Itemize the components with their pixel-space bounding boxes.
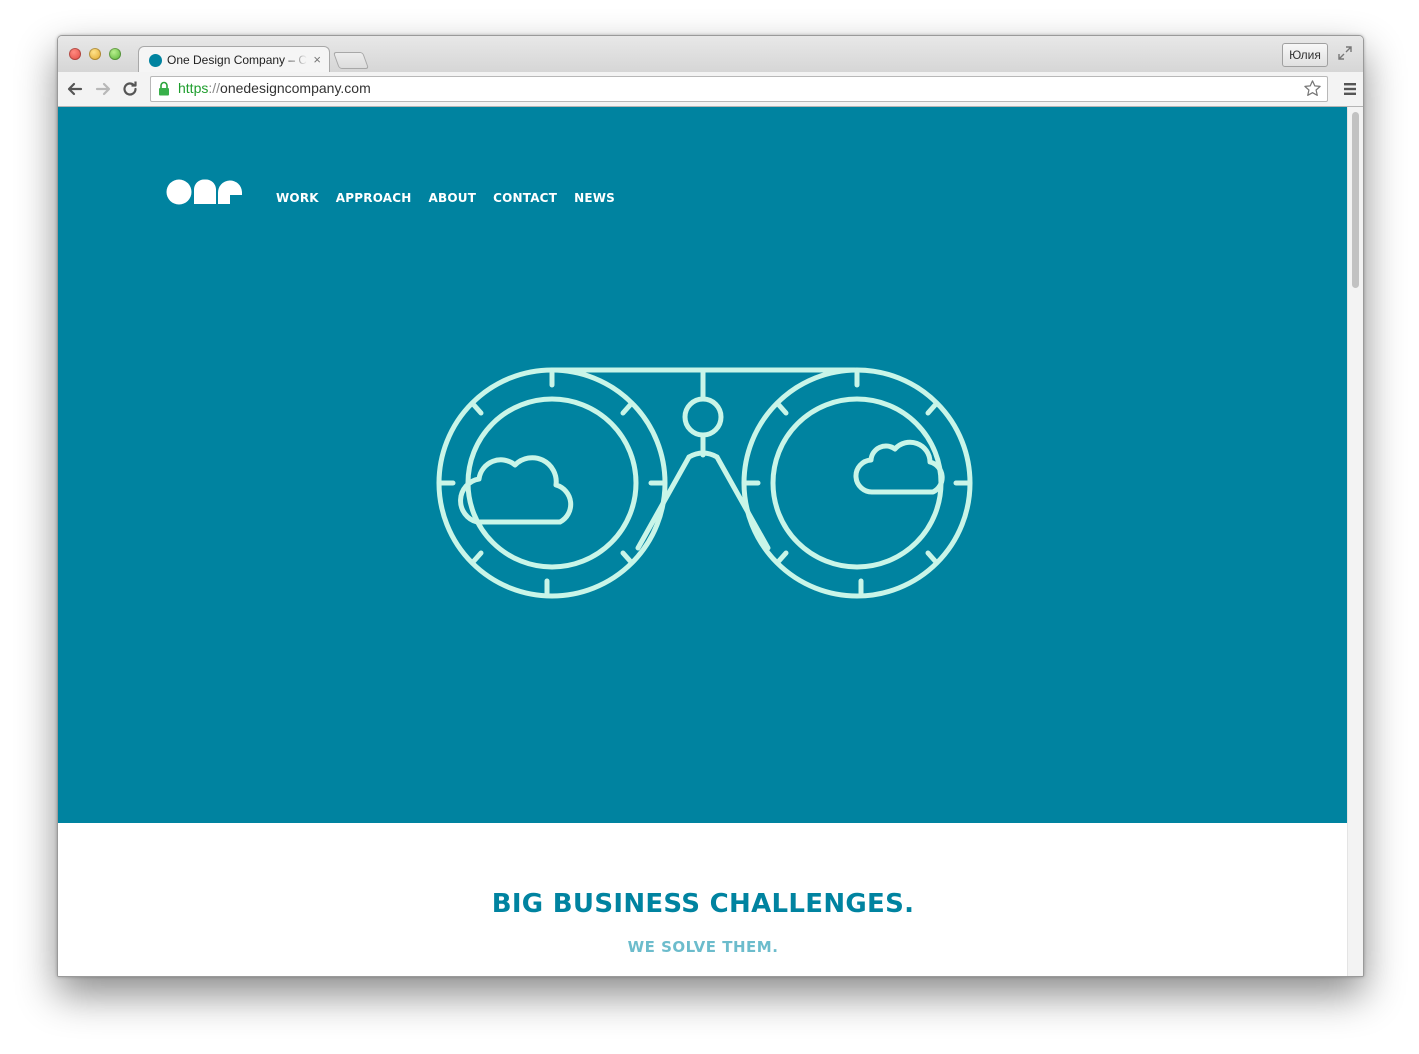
hero-section: one WORK APPROACH ABOUT CONTACT NEWS (58, 107, 1348, 823)
tab-title: One Design Company – Chicago (167, 53, 307, 67)
nav-news[interactable]: NEWS (574, 191, 615, 205)
menu-icon[interactable] (1343, 82, 1357, 96)
browser-toolbar: https://onedesigncompany.com (58, 72, 1363, 107)
main-nav: WORK APPROACH ABOUT CONTACT NEWS (276, 191, 615, 205)
headline: BIG BUSINESS CHALLENGES. (491, 889, 915, 919)
nav-work[interactable]: WORK (276, 191, 319, 205)
back-arrow-icon[interactable] (66, 80, 84, 98)
page-viewport: one WORK APPROACH ABOUT CONTACT NEWS (58, 107, 1348, 976)
bookmark-star-icon[interactable] (1303, 79, 1322, 98)
nav-approach[interactable]: APPROACH (336, 191, 412, 205)
favicon-icon (149, 54, 162, 67)
nav-contact[interactable]: CONTACT (493, 191, 557, 205)
profile-button[interactable]: Юлия (1282, 43, 1328, 67)
minimize-window-button[interactable] (89, 48, 101, 60)
one-logo[interactable]: one (166, 179, 244, 205)
reload-icon[interactable] (121, 80, 139, 98)
browser-tab[interactable]: One Design Company – Chicago × (138, 46, 330, 74)
url-scheme: https (178, 80, 209, 96)
url-host: onedesigncompany.com (220, 80, 371, 96)
scrollbar-thumb[interactable] (1352, 112, 1359, 288)
address-bar[interactable]: https://onedesigncompany.com (150, 76, 1328, 102)
nav-about[interactable]: ABOUT (429, 191, 477, 205)
browser-window: One Design Company – Chicago × Юлия http… (57, 35, 1364, 977)
tab-close-icon[interactable]: × (313, 52, 321, 67)
close-window-button[interactable] (69, 48, 81, 60)
tab-strip: One Design Company – Chicago × Юлия (58, 36, 1363, 74)
maximize-window-button[interactable] (109, 48, 121, 60)
subheadline: WE SOLVE THEM. (627, 938, 779, 956)
url-text: https://onedesigncompany.com (178, 80, 371, 96)
new-tab-button[interactable] (332, 52, 370, 69)
fullscreen-icon[interactable] (1337, 45, 1353, 61)
vertical-scrollbar[interactable] (1347, 107, 1363, 976)
binoculars-illustration (436, 367, 973, 599)
url-separator: :// (208, 80, 221, 96)
intro-section: BIG BUSINESS CHALLENGES. WE SOLVE THEM. (58, 823, 1348, 976)
lock-icon (159, 81, 169, 96)
forward-arrow-icon[interactable] (94, 80, 112, 98)
